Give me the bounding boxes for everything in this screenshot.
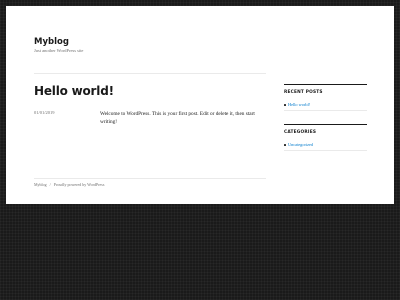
site-description: Just another WordPress site bbox=[34, 48, 84, 53]
widget-title: Categories bbox=[284, 130, 317, 135]
site-footer: Myblog / Proudly powered by WordPress bbox=[34, 182, 104, 187]
footer-site-link[interactable]: Myblog bbox=[34, 182, 47, 187]
footer-credit-link[interactable]: Proudly powered by WordPress bbox=[54, 182, 105, 187]
footer-separator: / bbox=[49, 182, 51, 187]
widget-rule bbox=[284, 124, 367, 125]
categories-list: Uncategorized bbox=[284, 142, 367, 151]
post-date-link[interactable]: 01/01/2019 bbox=[34, 110, 55, 115]
categories-widget: Categories Uncategorized bbox=[284, 124, 367, 151]
recent-posts-list: Hello world! bbox=[284, 102, 367, 111]
recent-posts-widget: Recent Posts Hello world! bbox=[284, 84, 367, 111]
category-link[interactable]: Uncategorized bbox=[288, 142, 313, 147]
widget-rule bbox=[284, 84, 367, 85]
widget-title: Recent Posts bbox=[284, 90, 323, 95]
divider bbox=[34, 73, 266, 74]
divider bbox=[34, 178, 266, 179]
post-title-link[interactable]: Hello world! bbox=[34, 84, 114, 98]
list-item: Hello world! bbox=[284, 102, 367, 111]
page-content-area: Myblog Just another WordPress site Hello… bbox=[6, 6, 394, 204]
site-title-link[interactable]: Myblog bbox=[34, 37, 69, 47]
recent-post-link[interactable]: Hello world! bbox=[288, 102, 310, 107]
list-item: Uncategorized bbox=[284, 142, 367, 151]
post-content: Welcome to WordPress. This is your first… bbox=[100, 111, 255, 125]
